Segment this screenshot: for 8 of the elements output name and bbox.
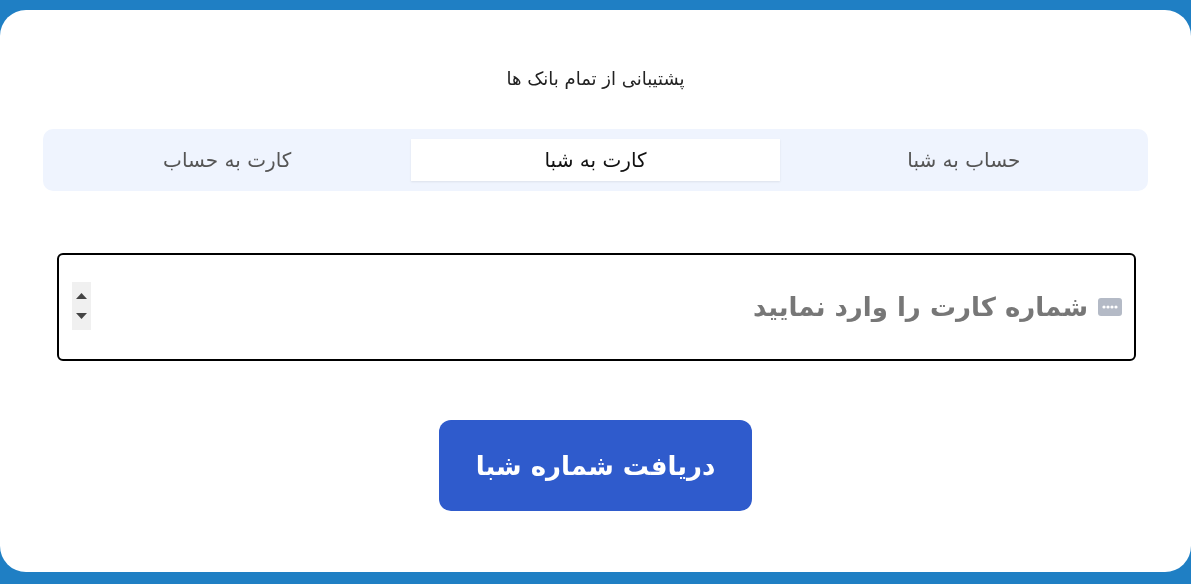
tab[interactable]: کارت به شبا bbox=[411, 139, 780, 181]
card-number-field[interactable]: شماره کارت را وارد نمایید bbox=[57, 253, 1136, 361]
spinner-icon[interactable] bbox=[72, 282, 91, 330]
password-manager-icon bbox=[1098, 298, 1122, 316]
tab[interactable]: حساب به شبا bbox=[779, 139, 1148, 181]
submit-button[interactable]: دریافت شماره شبا bbox=[439, 420, 752, 511]
tab[interactable]: کارت به حساب bbox=[43, 139, 412, 181]
subtitle: پشتیبانی از تمام بانک ها bbox=[506, 68, 685, 89]
